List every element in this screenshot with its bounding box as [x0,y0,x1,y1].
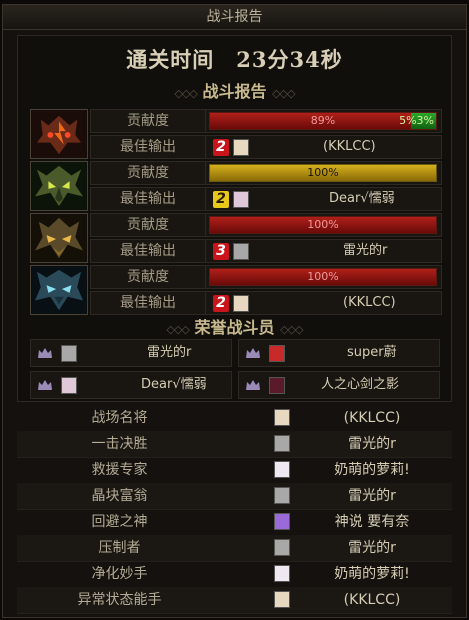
avatar [233,243,249,260]
best-output-label: 最佳输出 [91,240,206,262]
avatar [274,435,290,452]
contribution-extra: 5%3% [399,114,434,127]
member-name: 人之心剑之影 [321,377,400,392]
avatar [269,345,285,362]
member-name: Dear√懦弱 [141,377,207,392]
avatar [269,377,285,394]
avatar [61,377,77,394]
left-ornament-icon: ◇◇◇ [166,323,190,336]
award-row: 压制者 雷光的r [17,535,452,562]
rank-badge: 2 [213,191,229,208]
best-output-label: 最佳输出 [91,136,206,158]
contribution-bar: 89% 5%3% [209,112,437,130]
honor-member: Dear√懦弱 [30,371,232,399]
left-ornament-icon: ◇◇◇ [174,87,198,100]
fire-demon-icon [30,109,88,159]
member-name: 雷光的r [147,345,192,360]
avatar [274,461,290,478]
award-name: (KKLCC) [343,592,401,608]
best-output-name: (KKLCC) [343,295,396,310]
right-ornament-icon: ◇◇◇ [280,323,303,336]
award-row: 一击决胜 雷光的r [17,431,452,458]
award-title: 回避之神 [91,514,148,530]
award-row: 净化妙手 奶萌的萝莉! [17,561,452,588]
avatar [274,513,290,530]
member-name: super蔚 [347,345,397,360]
award-title: 净化妙手 [91,566,148,582]
crown-icon [246,380,260,390]
avatar [233,295,249,312]
honor-fighters-grid: 雷光的r super蔚 Dear√懦弱 人之心剑之影 [30,339,440,399]
avatar [274,539,290,556]
avatar [61,345,77,362]
best-output-name: 雷光的r [343,243,388,258]
award-title: 异常状态能手 [77,592,162,608]
honor-fighters-heading: ◇◇◇ 荣誉战斗员 ◇◇◇ [166,318,304,337]
boss-entry: 贡献度 89% 5%3% 最佳输出 2 (KKLCC) [30,109,442,159]
contribution-bar: 100% [209,164,437,182]
green-mantis-icon [30,161,88,211]
award-name: 雷光的r [348,488,396,504]
contribution-label: 贡献度 [91,266,206,288]
clear-time: 通关时间 23分34秒 [126,47,343,72]
rank-badge: 3 [213,243,229,260]
battle-report-window: 战斗报告 通关时间 23分34秒 ◇◇◇ 战斗报告 ◇◇◇ 贡献度 89% 5%… [2,4,467,618]
award-name: 奶萌的萝莉! [334,566,410,582]
award-title: 战场名将 [91,410,148,426]
award-title: 晶块富翁 [91,488,148,504]
award-row: 异常状态能手 (KKLCC) [17,587,452,614]
contribution-bar: 100% [209,216,437,234]
award-row: 战场名将 (KKLCC) [17,405,452,432]
boss-entry: 贡献度 100% 最佳输出 2 (KKLCC) [30,265,442,315]
avatar [274,487,290,504]
award-title: 压制者 [98,540,141,556]
gold-beast-icon [30,213,88,263]
avatar [233,139,249,156]
award-row: 救援专家 奶萌的萝莉! [17,457,452,484]
honor-member: super蔚 [238,339,440,367]
award-title: 救援专家 [91,462,148,478]
right-ornament-icon: ◇◇◇ [272,87,295,100]
award-name: 神说 要有奈 [334,514,410,530]
contribution-bar: 100% [209,268,437,286]
award-name: (KKLCC) [343,410,401,426]
award-name: 雷光的r [348,540,396,556]
avatar [274,409,290,426]
rank-badge: 2 [213,295,229,312]
award-name: 奶萌的萝莉! [334,462,410,478]
award-title: 一击决胜 [91,436,148,452]
honor-member: 人之心剑之影 [238,371,440,399]
battle-report-heading: ◇◇◇ 战斗报告 ◇◇◇ [174,82,296,101]
crown-icon [246,348,260,358]
avatar [274,591,290,608]
crown-icon [38,348,52,358]
crown-icon [38,380,52,390]
best-output-label: 最佳输出 [91,292,206,314]
award-row: 晶块富翁 雷光的r [17,483,452,510]
report-panel: 通关时间 23分34秒 ◇◇◇ 战斗报告 ◇◇◇ 贡献度 89% 5%3% 最佳… [17,35,452,402]
contribution-label: 贡献度 [91,214,206,236]
boss-entry: 贡献度 100% 最佳输出 3 雷光的r [30,213,442,263]
contribution-value: 100% [307,166,339,179]
contribution-label: 贡献度 [91,110,206,132]
rank-badge: 2 [213,139,229,156]
award-name: 雷光的r [348,436,396,452]
contribution-value: 100% [307,270,339,283]
best-output-label: 最佳输出 [91,188,206,210]
blue-wolf-icon [30,265,88,315]
avatar [233,191,249,208]
award-list: 战场名将 (KKLCC) 一击决胜 雷光的r 救援专家 奶萌的萝莉! 晶块富翁 … [17,405,452,615]
best-output-name: Dear√懦弱 [329,191,395,206]
award-row: 回避之神 神说 要有奈 [17,509,452,536]
honor-member: 雷光的r [30,339,232,367]
best-output-name: (KKLCC) [323,139,376,154]
contribution-value: 100% [307,218,339,231]
window-title: 战斗报告 [3,5,466,30]
avatar [274,565,290,582]
contribution-label: 贡献度 [91,162,206,184]
boss-entry: 贡献度 100% 最佳输出 2 Dear√懦弱 [30,161,442,211]
